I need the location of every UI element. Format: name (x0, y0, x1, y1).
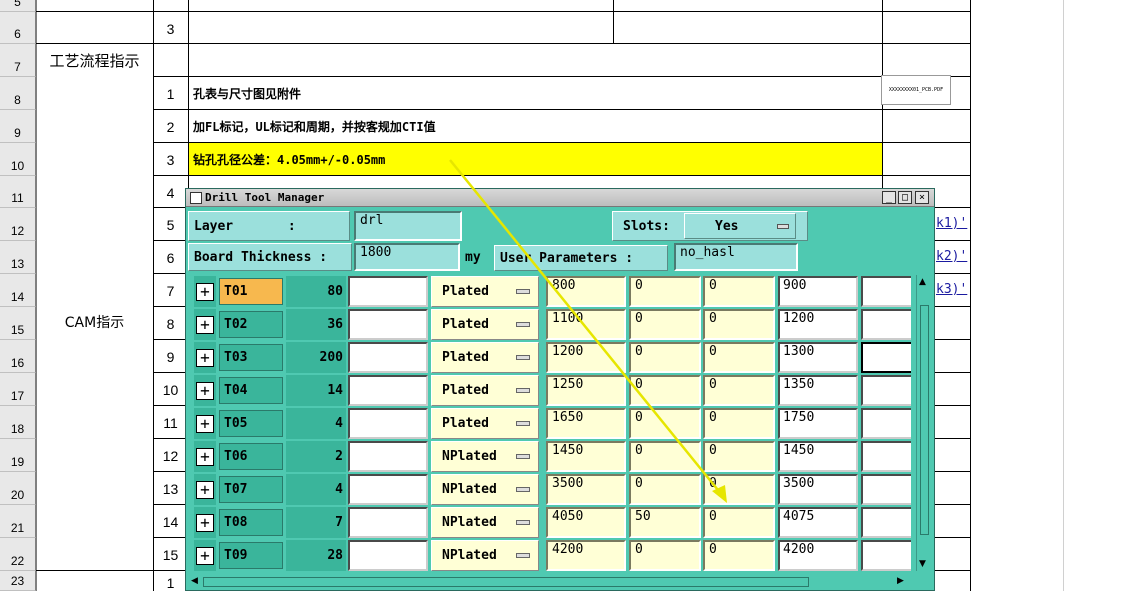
arrow-head (712, 485, 727, 503)
annotation-arrow (449, 159, 727, 503)
arrow-line (449, 159, 723, 496)
